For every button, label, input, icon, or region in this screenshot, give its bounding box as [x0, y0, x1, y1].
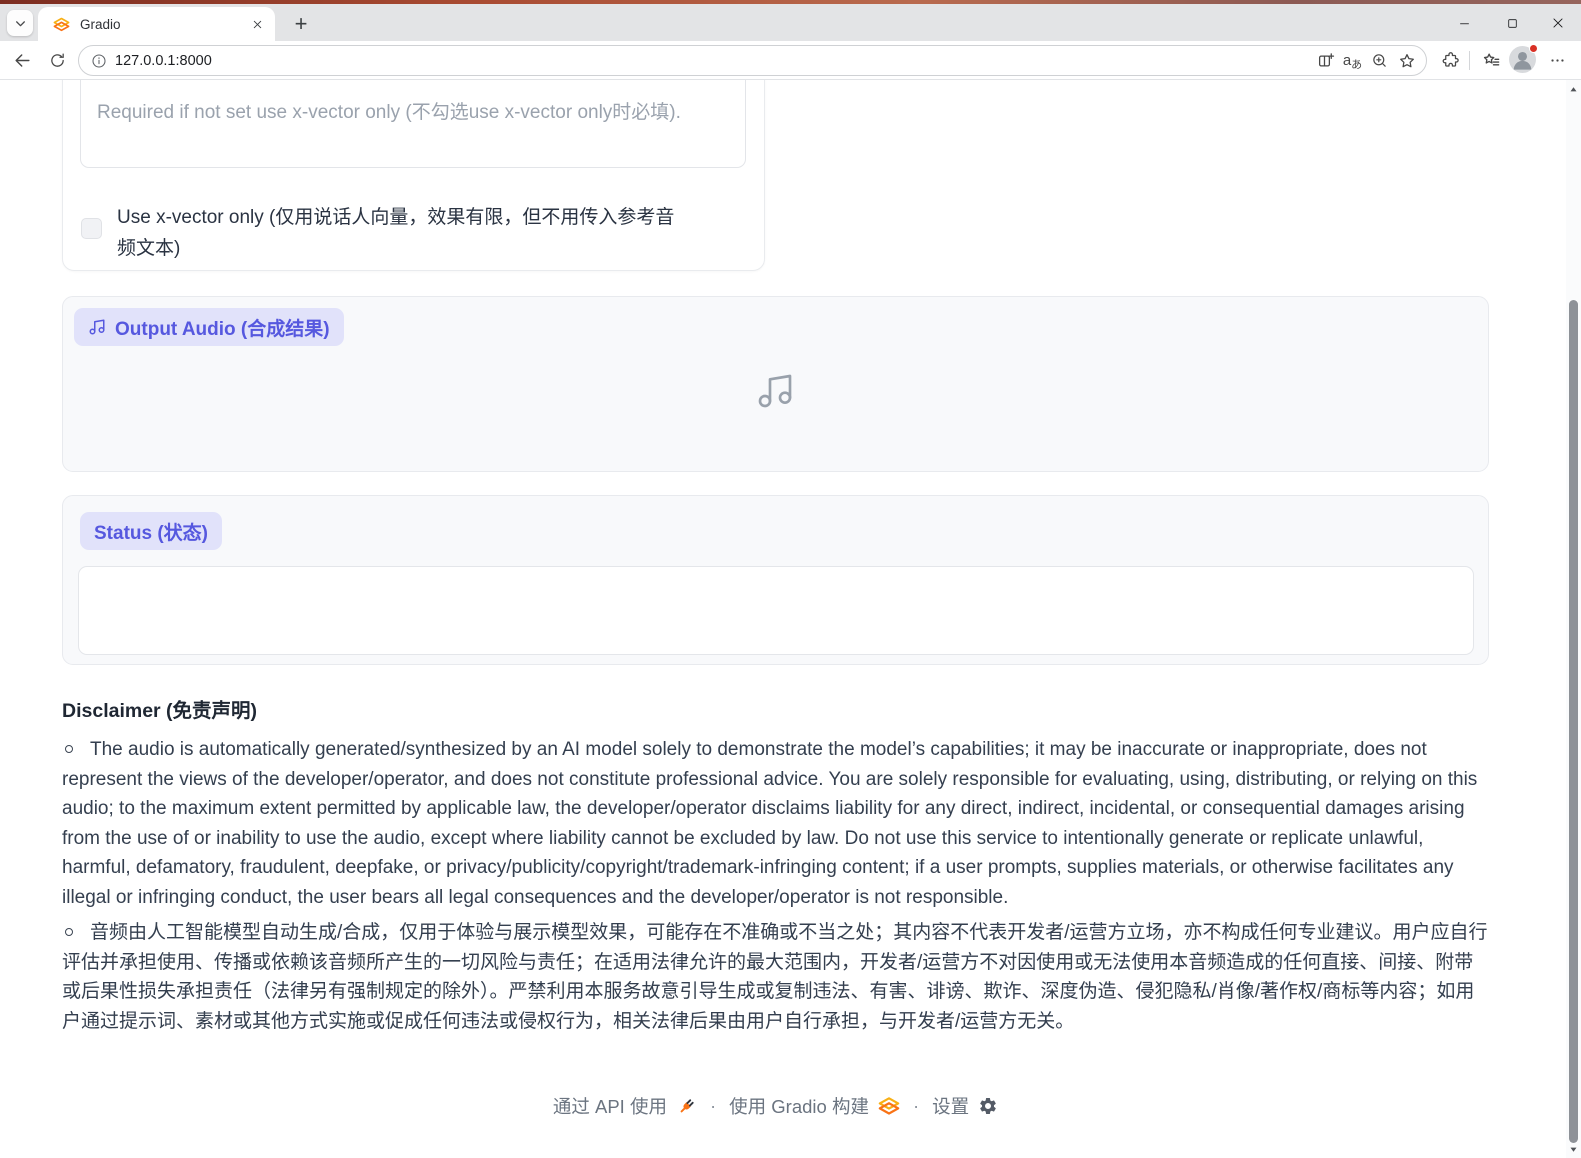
minimize-button[interactable] — [1441, 4, 1487, 42]
scroll-down-icon[interactable] — [1566, 1142, 1581, 1156]
address-bar[interactable]: 127.0.0.1:8000 aあ — [78, 45, 1427, 76]
translate-icon[interactable]: aあ — [1339, 47, 1366, 74]
refresh-icon — [49, 52, 66, 69]
gear-icon — [978, 1096, 998, 1116]
tab-search-button[interactable] — [7, 10, 33, 36]
more-menu-icon[interactable] — [1543, 46, 1571, 74]
close-button[interactable] — [1535, 4, 1581, 42]
plug-icon — [676, 1096, 697, 1117]
back-arrow-icon — [13, 51, 32, 70]
bullet-icon — [65, 928, 73, 936]
reference-text-input[interactable]: Required if not set use x-vector only (不… — [80, 80, 746, 168]
gradio-footer: 通过 API 使用 · 使用 Gradio 构建 · 设置 — [62, 1088, 1489, 1124]
new-tab-button[interactable]: + — [288, 11, 314, 37]
output-audio-label: Output Audio (合成结果) — [115, 318, 330, 340]
tab-bar: Gradio + — [0, 4, 1581, 41]
url-text[interactable]: 127.0.0.1:8000 — [115, 53, 1312, 69]
settings-label: 设置 — [932, 1096, 970, 1117]
built-with-gradio-label: 使用 Gradio 构建 — [729, 1096, 869, 1117]
maximize-button[interactable] — [1489, 4, 1535, 42]
refresh-button[interactable] — [43, 46, 71, 74]
toolbar-divider — [1469, 51, 1470, 70]
output-audio-label-badge: Output Audio (合成结果) — [74, 308, 344, 346]
reference-text-placeholder: Required if not set use x-vector only (不… — [97, 102, 681, 123]
disclaimer-text-zh: 音频由人工智能模型自动生成/合成，仅用于体验与展示模型效果，可能存在不准确或不当… — [62, 922, 1488, 1032]
built-with-gradio-link[interactable]: 使用 Gradio 构建 — [729, 1093, 900, 1119]
status-output[interactable] — [78, 566, 1474, 655]
tab-close-icon[interactable] — [247, 14, 267, 34]
disclaimer-paragraph-en: The audio is automatically generated/syn… — [62, 735, 1490, 912]
use-via-api-label: 通过 API 使用 — [552, 1096, 667, 1117]
zoom-icon[interactable] — [1366, 47, 1393, 74]
xvector-only-checkbox-label[interactable]: Use x-vector only (仅用说话人向量，效果有限，但不用传入参考音… — [117, 202, 689, 264]
gradio-app: Required if not set use x-vector only (不… — [0, 80, 1581, 1158]
settings-link[interactable]: 设置 — [932, 1093, 998, 1119]
disclaimer-paragraph-zh: 音频由人工智能模型自动生成/合成，仅用于体验与展示模型效果，可能存在不准确或不当… — [62, 918, 1490, 1036]
disclaimer-heading: Disclaimer (免责声明) — [62, 700, 258, 722]
music-note-icon — [88, 318, 106, 336]
xvector-only-checkbox[interactable] — [81, 218, 102, 239]
site-info-icon[interactable] — [91, 53, 107, 69]
footer-separator: · — [912, 1095, 920, 1116]
bullet-icon — [65, 745, 73, 753]
favorite-star-icon[interactable] — [1393, 47, 1420, 74]
notification-dot — [1529, 44, 1538, 53]
status-label-badge: Status (状态) — [80, 512, 223, 550]
back-button[interactable] — [8, 46, 36, 74]
gradio-logo-icon — [878, 1095, 900, 1117]
scrollbar-thumb[interactable] — [1569, 300, 1578, 1143]
scroll-up-icon[interactable] — [1566, 82, 1581, 96]
tab-title: Gradio — [80, 16, 121, 32]
disclaimer-text-en: The audio is automatically generated/syn… — [62, 739, 1478, 908]
chevron-down-icon — [14, 17, 27, 30]
browser-toolbar: 127.0.0.1:8000 aあ — [0, 41, 1581, 79]
browser-tab-gradio[interactable]: Gradio — [38, 7, 275, 41]
use-via-api-link[interactable]: 通过 API 使用 — [553, 1093, 697, 1119]
status-label: Status (状态) — [94, 522, 209, 544]
favorites-hub-icon[interactable] — [1477, 46, 1505, 74]
profile-avatar[interactable] — [1509, 44, 1538, 73]
footer-separator: · — [709, 1095, 717, 1116]
page-scrollbar[interactable] — [1566, 80, 1581, 1158]
gradio-favicon-icon — [53, 16, 70, 33]
extensions-puzzle-icon[interactable] — [1437, 46, 1465, 74]
empty-audio-music-icon — [755, 371, 795, 411]
split-screen-icon[interactable] — [1312, 47, 1339, 74]
